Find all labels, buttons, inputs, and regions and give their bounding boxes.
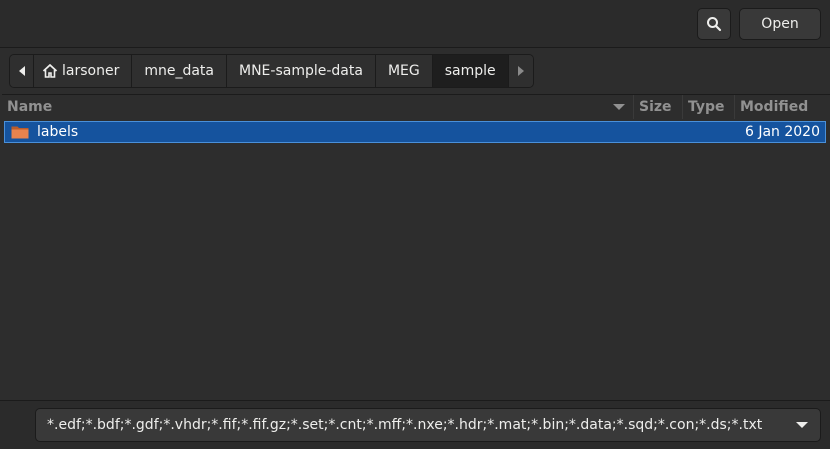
path-segment-mne-data[interactable]: mne_data bbox=[132, 55, 227, 87]
path-bar: larsoner mne_data MNE-sample-data MEG sa… bbox=[9, 54, 534, 88]
filter-bar: *.edf;*.bdf;*.gdf;*.vhdr;*.fif;*.fif.gz;… bbox=[0, 400, 830, 449]
path-segment-label: larsoner bbox=[62, 63, 120, 79]
column-header-type[interactable]: Type bbox=[683, 95, 735, 119]
path-segment-mne-sample-data[interactable]: MNE-sample-data bbox=[227, 55, 376, 87]
column-header-name[interactable]: Name bbox=[2, 95, 634, 119]
file-name: labels bbox=[37, 124, 79, 140]
search-icon bbox=[707, 17, 722, 32]
file-row[interactable]: labels 6 Jan 2020 bbox=[4, 121, 826, 143]
filter-value: *.edf;*.bdf;*.gdf;*.vhdr;*.fif;*.fif.gz;… bbox=[47, 417, 763, 433]
search-button[interactable] bbox=[697, 8, 731, 40]
path-segment-meg[interactable]: MEG bbox=[375, 55, 433, 87]
path-back-button[interactable] bbox=[10, 55, 34, 87]
file-type-filter-dropdown[interactable]: *.edf;*.bdf;*.gdf;*.vhdr;*.fif;*.fif.gz;… bbox=[35, 408, 821, 442]
chevron-right-icon bbox=[517, 66, 524, 76]
column-header-name-label: Name bbox=[7, 99, 53, 115]
column-header-modified[interactable]: Modified bbox=[735, 95, 828, 119]
folder-icon bbox=[11, 126, 29, 139]
header-bar: Open bbox=[0, 0, 830, 48]
path-segment-home[interactable]: larsoner bbox=[34, 55, 133, 87]
path-forward-button[interactable] bbox=[508, 55, 533, 87]
sort-descending-icon bbox=[613, 104, 625, 110]
chevron-left-icon bbox=[18, 66, 25, 76]
file-chooser-dialog: Open larsoner mne_data MNE-sample-data M… bbox=[0, 0, 830, 449]
path-bar-area: larsoner mne_data MNE-sample-data MEG sa… bbox=[0, 48, 830, 94]
open-button[interactable]: Open bbox=[739, 8, 821, 40]
file-list: Name Size Type Modified labels 6 Jan 202… bbox=[2, 94, 830, 400]
home-icon bbox=[42, 64, 58, 78]
path-segment-sample[interactable]: sample bbox=[432, 55, 509, 87]
chevron-down-icon bbox=[796, 422, 808, 428]
file-list-header: Name Size Type Modified bbox=[2, 95, 828, 119]
column-header-size[interactable]: Size bbox=[634, 95, 683, 119]
file-modified: 6 Jan 2020 bbox=[744, 124, 820, 140]
